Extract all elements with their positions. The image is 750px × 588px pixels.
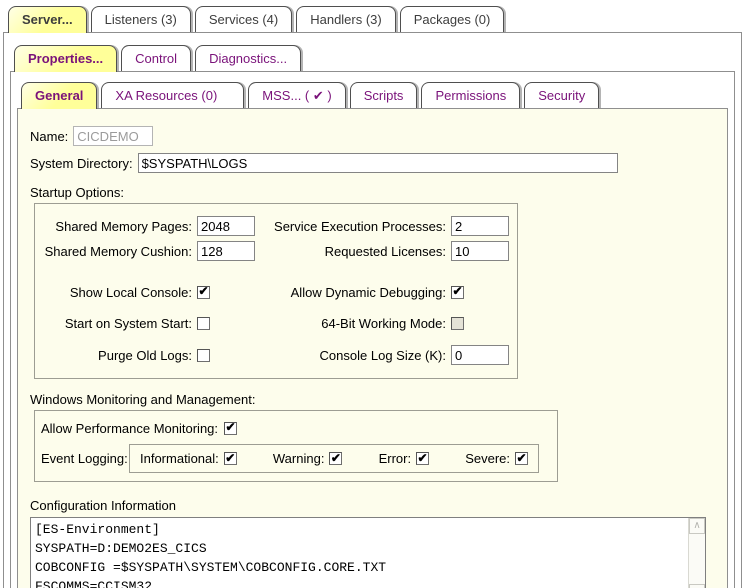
configuration-information-label: Configuration Information [30, 498, 715, 513]
warning-checkbox[interactable] [329, 452, 342, 465]
server-tab-bar: Server... Listeners (3) Services (4) Han… [8, 6, 750, 32]
console-log-size-label: Console Log Size (K): [259, 348, 451, 363]
event-logging-label: Event Logging: [41, 451, 129, 466]
allow-dynamic-debugging-label: Allow Dynamic Debugging: [259, 285, 451, 300]
scroll-up-icon[interactable]: ∧ [689, 518, 705, 534]
start-on-system-start-label: Start on System Start: [39, 316, 197, 331]
configuration-information-box: [ES-Environment] SYSPATH=D:DEMO2ES_CICS … [30, 517, 706, 588]
tab-control[interactable]: Control [121, 45, 191, 71]
service-execution-processes-field[interactable] [451, 216, 509, 236]
informational-checkbox[interactable] [224, 452, 237, 465]
server-panel: Properties... Control Diagnostics... Gen… [3, 32, 742, 588]
tab-security[interactable]: Security [524, 82, 599, 108]
allow-performance-monitoring-checkbox[interactable] [224, 422, 237, 435]
system-directory-label: System Directory: [30, 156, 133, 171]
error-checkbox[interactable] [416, 452, 429, 465]
tab-handlers[interactable]: Handlers (3) [296, 6, 396, 32]
requested-licenses-label: Requested Licenses: [259, 244, 451, 259]
admin-console-page: Server... Listeners (3) Services (4) Han… [0, 0, 750, 588]
name-label: Name: [30, 129, 68, 144]
monitoring-title: Windows Monitoring and Management: [30, 392, 715, 407]
general-panel: Name: System Directory: Startup Options:… [17, 108, 728, 588]
informational-label: Informational: [140, 451, 219, 466]
shared-memory-cushion-field[interactable] [197, 241, 255, 261]
event-logging-group: Informational: Warning: Error: [129, 444, 539, 473]
tab-permissions[interactable]: Permissions [421, 82, 520, 108]
64bit-working-mode-label: 64-Bit Working Mode: [259, 316, 451, 331]
tab-scripts[interactable]: Scripts [350, 82, 418, 108]
purge-old-logs-label: Purge Old Logs: [39, 348, 197, 363]
show-local-console-label: Show Local Console: [39, 285, 197, 300]
allow-performance-monitoring-label: Allow Performance Monitoring: [41, 421, 218, 436]
tab-diagnostics[interactable]: Diagnostics... [195, 45, 301, 71]
tab-services[interactable]: Services (4) [195, 6, 292, 32]
properties-panel: General XA Resources (0) MSS... ( ✔ ) Sc… [10, 71, 735, 588]
service-execution-processes-label: Service Execution Processes: [259, 219, 451, 234]
system-directory-field[interactable] [138, 153, 618, 173]
tab-packages[interactable]: Packages (0) [400, 6, 505, 32]
start-on-system-start-checkbox[interactable] [197, 317, 210, 330]
tab-mss[interactable]: MSS... ( ✔ ) [248, 82, 345, 108]
shared-memory-pages-field[interactable] [197, 216, 255, 236]
tab-general[interactable]: General [21, 82, 97, 109]
error-label: Error: [379, 451, 412, 466]
purge-old-logs-checkbox[interactable] [197, 349, 210, 362]
name-field[interactable] [73, 126, 153, 146]
scroll-down-icon[interactable]: ∨ [689, 584, 705, 588]
startup-options-group: Shared Memory Pages: Service Execution P… [34, 203, 518, 379]
tab-server[interactable]: Server... [8, 6, 87, 33]
console-log-size-field[interactable] [451, 345, 509, 365]
show-local-console-checkbox[interactable] [197, 286, 210, 299]
properties-tab-bar: Properties... Control Diagnostics... [14, 45, 741, 71]
startup-options-title: Startup Options: [30, 185, 715, 200]
textarea-scrollbar[interactable]: ∧ ∨ [688, 518, 705, 588]
shared-memory-cushion-label: Shared Memory Cushion: [39, 244, 197, 259]
tab-xa-resources[interactable]: XA Resources (0) [101, 82, 244, 108]
allow-dynamic-debugging-checkbox[interactable] [451, 286, 464, 299]
general-tab-bar: General XA Resources (0) MSS... ( ✔ ) Sc… [21, 82, 734, 108]
requested-licenses-field[interactable] [451, 241, 509, 261]
warning-label: Warning: [273, 451, 325, 466]
monitoring-group: Allow Performance Monitoring: Event Logg… [34, 410, 558, 482]
severe-checkbox[interactable] [515, 452, 528, 465]
shared-memory-pages-label: Shared Memory Pages: [39, 219, 197, 234]
64bit-working-mode-checkbox [451, 317, 464, 330]
tab-listeners[interactable]: Listeners (3) [91, 6, 191, 32]
tab-properties[interactable]: Properties... [14, 45, 117, 72]
severe-label: Severe: [465, 451, 510, 466]
configuration-information-textarea[interactable]: [ES-Environment] SYSPATH=D:DEMO2ES_CICS … [31, 518, 688, 588]
